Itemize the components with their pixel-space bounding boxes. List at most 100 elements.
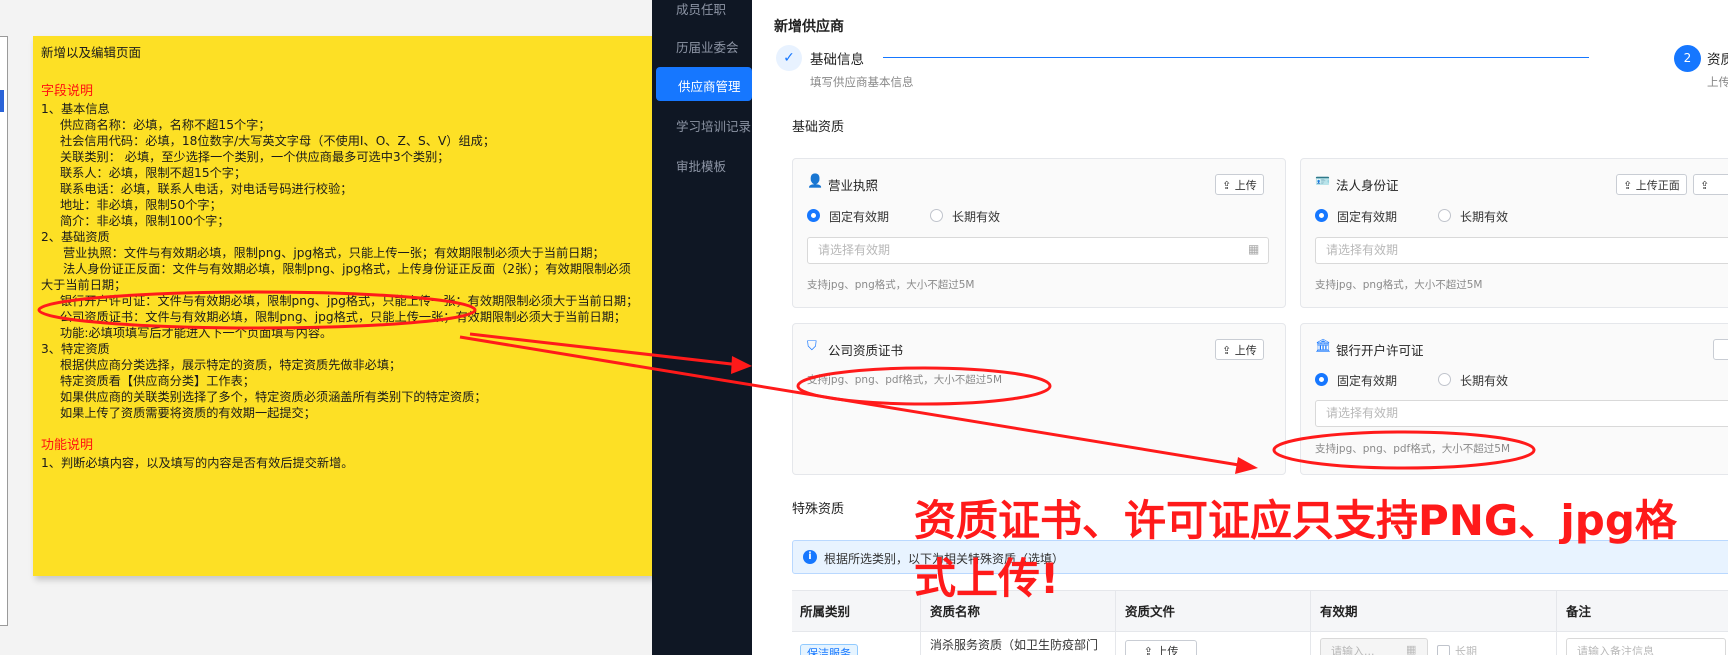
note-line: 营业执照：文件与有效期必填，限制png、jpg格式，只能上传一张；有效期限制必须… [63,246,605,260]
row-remark-input[interactable]: 请输入备注信息 [1566,638,1726,655]
bank-title: 银行开户许可证 [1336,343,1424,358]
note-line: 1、基本信息 [41,102,110,116]
idcard-upload-back-button[interactable]: ⇪ [1693,174,1728,195]
radio-label: 长期有效 [1460,374,1509,388]
row-long-checkbox[interactable] [1437,645,1450,655]
step2-badge: 2 [1674,45,1701,72]
note-line: 如果上传了资质需要将资质的有效期一起提交； [60,406,316,420]
bank-fixed-radio[interactable] [1315,373,1328,386]
note-line: 2、基础资质 [41,230,110,244]
idcard-date-input[interactable]: 请选择有效期 [1315,237,1728,264]
note-line: 关联类别： 必填，至少选择一个类别，一个供应商最多可选中3个类别； [60,150,450,164]
basic-section-title: 基础资质 [792,120,845,135]
upload-label: 上传 [1156,645,1179,655]
shield-check-icon: ⛉ [807,339,817,354]
note-line: 特定资质看【供应商分类】工作表； [60,374,255,388]
radio-label: 长期有效 [1460,210,1509,224]
idcard-card: 🪪 法人身份证 ⇪ 上传正面 ⇪ 固定有效期 长期有效 请选择有效期 支持jpg… [1300,158,1728,308]
upload-label: 上传 [1234,179,1257,192]
sidebar-item-members[interactable]: 成员任职 [676,0,726,18]
note-func-line: 1、判断必填内容，以及填写的内容是否有效后提交新增。 [41,456,354,470]
note-func-header: 功能说明 [41,438,94,453]
idcard-fixed-radio[interactable] [1315,209,1328,222]
upload-icon: ⇪ [1143,645,1157,655]
sidebar: 成员任职 历届业委会 供应商管理 学习培训记录 审批模板 [652,0,752,655]
note-line: 联系人：必填，限制不超15个字； [60,166,247,180]
step1-desc: 填写供应商基本信息 [810,75,914,89]
calendar-icon: ▦ [1406,643,1417,655]
id-card-icon: 🪪 [1315,174,1330,188]
idcard-title: 法人身份证 [1336,178,1399,193]
note-line: 如果供应商的关联类别选择了多个，特定资质必须涵盖所有类别下的特定资质； [60,390,487,404]
license-long-radio[interactable] [930,209,943,222]
note-field-header: 字段说明 [41,84,94,99]
bank-long-radio[interactable] [1438,373,1451,386]
sidebar-item-approval[interactable]: 审批模板 [676,156,726,175]
left-window-edge [0,36,8,626]
bank-upload-button[interactable] [1713,339,1728,360]
cert-card: ⛉ 公司资质证书 ⇪ 上传 支持jpg、png、pdf格式，大小不超过5M [792,323,1286,475]
upload-icon: ⇪ [1222,179,1235,192]
calendar-icon: ▦ [1248,242,1260,256]
upload-label: 上传 [1234,344,1257,357]
note-line: 大于当前日期； [41,278,127,292]
license-title: 营业执照 [828,178,879,193]
bank-date-input[interactable]: 请选择有效期 [1315,400,1728,427]
sticky-note: 新增以及编辑页面 字段说明 1、基本信息 供应商名称：必填，名称不超15个字； … [33,36,653,576]
annotation-text: 资质证书、许可证应只支持PNG、jpg格式上传! [914,496,1677,603]
idcard-upload-front-button[interactable]: ⇪ 上传正面 [1616,174,1687,195]
step1-title: 基础信息 [810,52,864,68]
user-icon: 👤 [807,174,824,189]
checkbox-label: 长期 [1455,645,1477,655]
radio-label: 固定有效期 [1337,210,1398,224]
page-title: 新增供应商 [774,19,844,35]
radio-label: 固定有效期 [1337,374,1398,388]
category-tag: 保洁服务 [800,644,858,655]
note-line: 功能:必填项填写后才能进入下一个页面填写内容。 [60,326,333,340]
bank-hint: 支持jpg、png、pdf格式，大小不超过5M [1315,443,1510,455]
radio-label: 长期有效 [952,210,1001,224]
note-line: 社会信用代码：必填，18位数字/大写英文字母（不使用I、O、Z、S、V）组成； [60,134,496,148]
qual-name: 消杀服务资质（如卫生防疫部门 [930,638,1099,652]
left-window-accent [0,90,4,112]
note-line: 公司资质证书：文件与有效期必填，限制png、jpg格式，只能上传一张；有效期限制… [60,310,627,324]
license-hint: 支持jpg、png格式，大小不超过5M [807,279,975,291]
note-line: 3、特定资质 [41,342,110,356]
cert-upload-button[interactable]: ⇪ 上传 [1215,339,1264,360]
upload-icon: ⇪ [1700,179,1710,192]
step2-title: 资质 [1707,52,1728,68]
upload-icon: ⇪ [1222,344,1235,357]
idcard-hint: 支持jpg、png格式，大小不超过5M [1315,279,1483,291]
note-line: 地址：非必填，限制50个字； [60,198,222,212]
sidebar-item-suppliers[interactable]: 供应商管理 [656,67,752,101]
idcard-long-radio[interactable] [1438,209,1451,222]
sidebar-item-training[interactable]: 学习培训记录 [676,116,751,135]
license-date-input[interactable]: 请选择有效期 [807,237,1269,264]
step2-desc: 上传 [1707,75,1728,89]
row-upload-button[interactable]: ⇪ 上传 [1125,640,1197,655]
cert-title: 公司资质证书 [828,343,904,358]
upload-icon: ⇪ [1623,179,1636,192]
note-line: 法人身份证正反面：文件与有效期必填，限制png、jpg格式，上传身份证正反面（2… [63,262,631,276]
column-header: 所属类别 [800,604,851,619]
upload-label: 上传正面 [1635,179,1680,192]
note-line: 供应商名称：必填，名称不超15个字； [60,118,271,132]
check-icon: ✓ [776,45,802,71]
note-title: 新增以及编辑页面 [41,45,142,60]
cert-hint: 支持jpg、png、pdf格式，大小不超过5M [807,374,1002,386]
note-line: 银行开户许可证：文件与有效期必填，限制png、jpg格式，只能上传一张；有效期限… [60,294,639,308]
note-line: 简介：非必填，限制100个字； [60,214,230,228]
sidebar-item-committees[interactable]: 历届业委会 [676,37,739,56]
special-section-title: 特殊资质 [792,502,845,517]
info-icon: i [803,550,817,564]
note-line: 根据供应商分类选择，展示特定的资质，特定资质先做非必填； [60,358,402,372]
license-upload-button[interactable]: ⇪ 上传 [1215,174,1264,195]
license-fixed-radio[interactable] [807,209,820,222]
bank-card: 🏛 银行开户许可证 固定有效期 长期有效 请选择有效期 支持jpg、png、pd… [1300,323,1728,475]
sidebar-item-label: 供应商管理 [678,79,741,94]
note-line: 联系电话：必填，联系人电话，对电话号码进行校验； [60,182,353,196]
bank-icon: 🏛 [1315,339,1332,354]
radio-label: 固定有效期 [829,210,890,224]
license-card: 👤 营业执照 ⇪ 上传 固定有效期 长期有效 请选择有效期 ▦ 支持jpg、pn… [792,158,1286,308]
step-connector [883,57,1589,58]
